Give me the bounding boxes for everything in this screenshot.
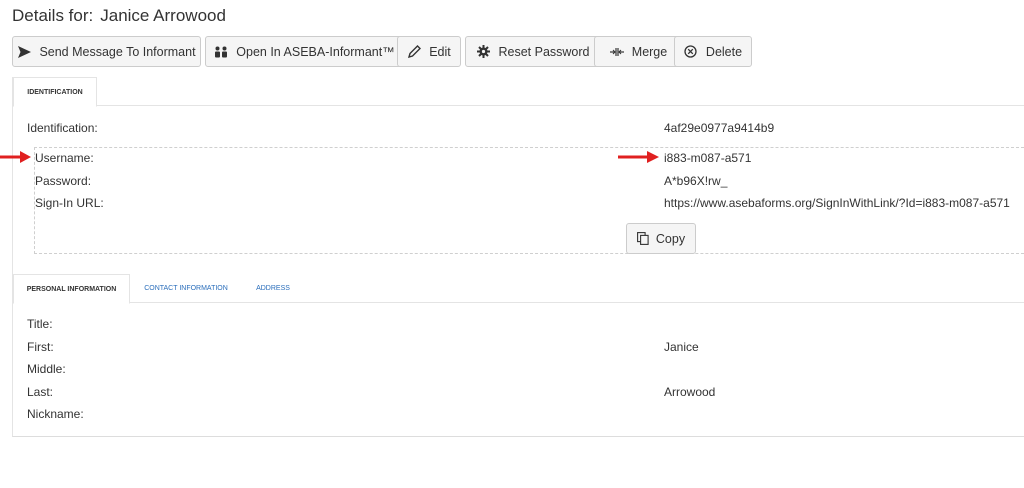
annotation-arrow-right-icon <box>618 151 659 163</box>
first-label: First: <box>27 340 54 354</box>
gear-icon <box>476 45 490 59</box>
password-value: A*b96X!rw_ <box>664 174 728 188</box>
circle-x-icon <box>684 45 698 59</box>
send-message-label: Send Message To Informant <box>39 44 196 59</box>
pencil-icon <box>407 45 421 59</box>
reset-password-label: Reset Password <box>498 44 590 59</box>
password-label: Password: <box>35 174 92 188</box>
username-value: i883-m087-a571 <box>664 151 752 165</box>
identification-label: Identification: <box>27 121 98 135</box>
identification-value: 4af29e0977a9414b9 <box>664 121 775 135</box>
delete-button[interactable]: Delete <box>674 36 752 67</box>
first-value: Janice <box>664 340 699 354</box>
merge-icon <box>609 45 624 59</box>
personal-panel: PERSONAL INFORMATION CONTACT INFORMATION… <box>12 274 1024 437</box>
last-value: Arrowood <box>664 385 716 399</box>
delete-label: Delete <box>705 44 743 59</box>
copy-label: Copy <box>655 231 686 246</box>
tab-personal-information[interactable]: PERSONAL INFORMATION <box>13 274 130 304</box>
users-icon <box>214 45 228 59</box>
copy-icon <box>636 232 649 245</box>
identification-tabbar: IDENTIFICATION <box>13 77 1024 107</box>
page-title-prefix: Details for: <box>12 6 94 25</box>
identification-panel: IDENTIFICATION Identification: 4af29e097… <box>12 77 1024 275</box>
reset-password-button[interactable]: Reset Password <box>465 36 601 67</box>
merge-label: Merge <box>631 44 668 59</box>
edit-button[interactable]: Edit <box>397 36 461 67</box>
tab-address[interactable]: ADDRESS <box>249 274 297 303</box>
copy-button[interactable]: Copy <box>626 223 696 254</box>
send-icon <box>17 45 31 59</box>
open-aseba-button[interactable]: Open In ASEBA-Informant™ <box>205 36 404 67</box>
signin-url-value[interactable]: https://www.asebaforms.org/SignInWithLin… <box>664 196 1010 210</box>
send-message-button[interactable]: Send Message To Informant <box>12 36 201 67</box>
page-title-name: Janice Arrowood <box>100 6 226 25</box>
tab-identification[interactable]: IDENTIFICATION <box>13 77 97 107</box>
signin-url-label: Sign-In URL: <box>35 196 104 210</box>
merge-button[interactable]: Merge <box>594 36 683 67</box>
personal-tabbar: PERSONAL INFORMATION CONTACT INFORMATION… <box>13 274 1024 304</box>
page-title: Details for: Janice Arrowood <box>12 6 226 26</box>
middle-label: Middle: <box>27 362 66 376</box>
open-aseba-label: Open In ASEBA-Informant™ <box>236 44 395 59</box>
last-label: Last: <box>27 385 54 399</box>
username-label: Username: <box>35 151 94 165</box>
edit-label: Edit <box>429 44 451 59</box>
tab-contact-information[interactable]: CONTACT INFORMATION <box>137 274 235 303</box>
nickname-label: Nickname: <box>27 407 84 421</box>
annotation-arrow-left-icon <box>0 151 31 163</box>
title-label: Title: <box>27 317 53 331</box>
